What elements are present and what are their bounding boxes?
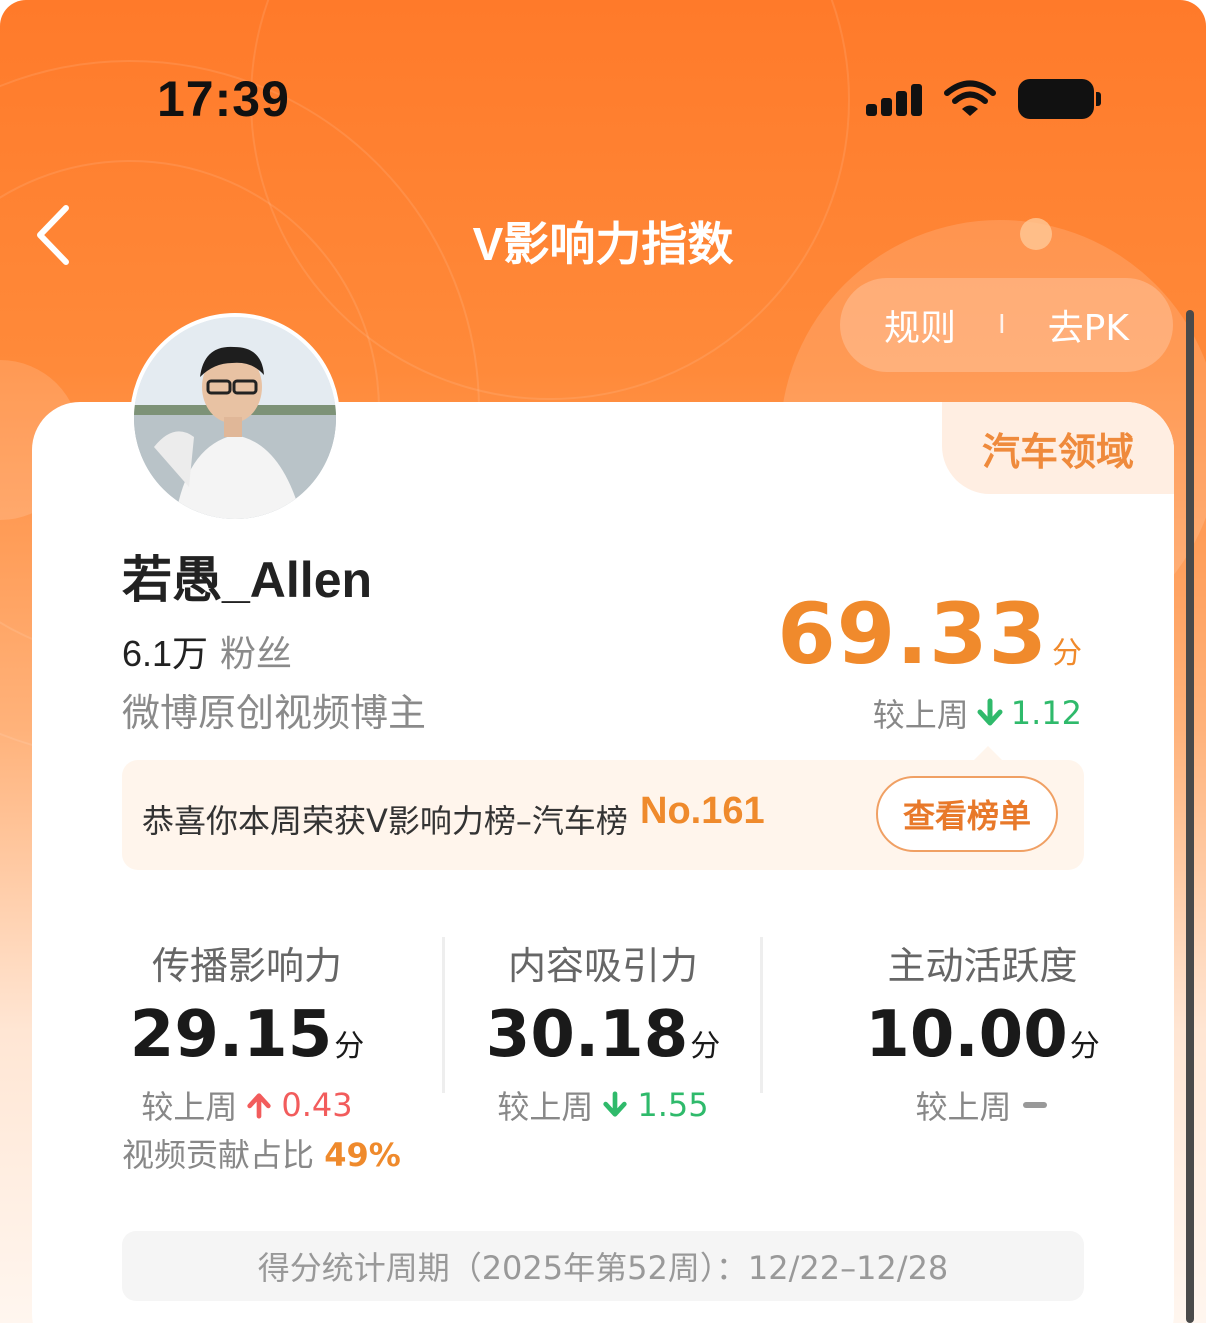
score-value: 69.33 xyxy=(777,585,1048,683)
app-screen: 17:39 V影响力指数 规则 I 去PK 汽车领域 若愚_Allen 6.1万… xyxy=(0,0,1206,1323)
avatar[interactable] xyxy=(130,313,340,523)
score-change: 较上周 1.12 xyxy=(873,690,1082,736)
video-ratio: 视频贡献占比 49% xyxy=(122,1130,401,1176)
fans-number: 6.1万 xyxy=(122,633,209,674)
domain-tag[interactable]: 汽车领域 xyxy=(942,402,1174,494)
rank-text: 恭喜你本周荣获V影响力榜–汽车榜 xyxy=(142,802,628,840)
score-change-value: 1.12 xyxy=(1010,694,1082,732)
metric-divider xyxy=(760,937,763,1093)
metric-label: 主动活跃度 xyxy=(887,944,1078,988)
fans-label: 粉丝 xyxy=(220,634,293,675)
metric-change: 较上周 0.43 xyxy=(141,1086,353,1126)
header-actions: 规则 I 去PK xyxy=(840,278,1173,372)
decorative-dot xyxy=(1020,218,1052,250)
fans-count: 6.1万 粉丝 xyxy=(122,625,292,677)
status-time: 17:39 xyxy=(157,71,290,127)
metric-change: 较上周 1.55 xyxy=(497,1086,709,1126)
arrow-up-icon xyxy=(247,1093,272,1119)
video-ratio-label: 视频贡献占比 xyxy=(122,1136,315,1174)
metric-value: 29.15分 xyxy=(129,998,365,1072)
cellular-signal-icon xyxy=(866,82,924,116)
status-bar: 17:39 xyxy=(0,0,1206,190)
score-unit: 分 xyxy=(1052,636,1082,671)
metric-activity[interactable]: 主动活跃度 10.00分 较上周 xyxy=(860,935,1105,1128)
metric-value: 30.18分 xyxy=(485,998,721,1072)
metric-label: 传播影响力 xyxy=(151,944,342,988)
rank-number: No.161 xyxy=(640,790,765,832)
metric-label: 内容吸引力 xyxy=(507,944,698,988)
battery-icon xyxy=(1018,79,1101,119)
metric-spread[interactable]: 传播影响力 29.15分 较上周 0.43 xyxy=(122,935,372,1128)
metric-content[interactable]: 内容吸引力 30.18分 较上周 1.55 xyxy=(478,935,728,1128)
score-period: 得分统计周期（2025年第52周）：12/22–12/28 xyxy=(122,1231,1084,1301)
actions-separator: I xyxy=(998,310,1006,340)
total-score: 69.33 分 xyxy=(777,585,1082,683)
username: 若愚_Allen xyxy=(122,552,373,608)
user-bio: 微博原创视频博主 xyxy=(122,691,427,735)
avatar-photo xyxy=(134,317,336,519)
wifi-icon xyxy=(944,80,996,116)
rank-banner: 恭喜你本周荣获V影响力榜–汽车榜 No.161 查看榜单 xyxy=(122,746,1084,870)
flat-dash-icon xyxy=(1022,1102,1047,1108)
scrollbar[interactable] xyxy=(1186,310,1194,1323)
metric-change: 较上周 xyxy=(860,1082,1105,1128)
rules-link[interactable]: 规则 xyxy=(884,299,956,351)
metric-divider xyxy=(442,937,445,1093)
arrow-down-icon xyxy=(603,1091,628,1117)
metric-value: 10.00分 xyxy=(865,998,1100,1072)
score-compare-label: 较上周 xyxy=(872,696,969,734)
video-ratio-value: 49% xyxy=(324,1136,401,1174)
pk-link[interactable]: 去PK xyxy=(1048,299,1129,351)
view-ranking-button[interactable]: 查看榜单 xyxy=(876,776,1058,852)
arrow-down-icon xyxy=(977,698,1003,726)
